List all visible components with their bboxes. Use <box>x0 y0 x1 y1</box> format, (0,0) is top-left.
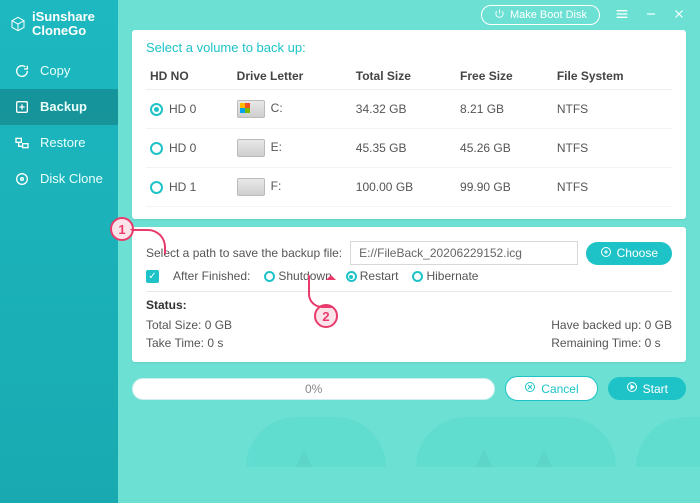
plus-icon <box>600 246 612 261</box>
volume-table: HD NO Drive Letter Total Size Free Size … <box>146 63 672 207</box>
start-label: Start <box>643 382 668 396</box>
table-row[interactable]: HD 0 C: 34.32 GB 8.21 GB NTFS <box>146 90 672 129</box>
cell-fs: NTFS <box>553 129 672 168</box>
sidebar: iSunshare CloneGo Copy Backup Restore Di… <box>0 0 118 503</box>
power-icon <box>494 8 505 22</box>
status-take-time: Take Time: 0 s <box>146 336 232 350</box>
table-row[interactable]: HD 1 F: 100.00 GB 99.90 GB NTFS <box>146 168 672 207</box>
cell-letter: F: <box>271 179 282 193</box>
play-icon <box>626 381 638 396</box>
divider <box>146 291 672 292</box>
backup-panel: 1 Select a path to save the backup file:… <box>132 227 686 362</box>
cell-letter: C: <box>271 101 283 115</box>
choose-button[interactable]: Choose <box>586 242 672 265</box>
minimize-icon[interactable] <box>644 7 658 24</box>
opt-restart[interactable]: Restart <box>346 269 399 283</box>
app-title: iSunshare CloneGo <box>32 10 95 39</box>
opt-label: Restart <box>360 269 399 283</box>
sidebar-item-backup[interactable]: Backup <box>0 89 118 125</box>
restore-icon <box>14 135 30 151</box>
make-boot-label: Make Boot Disk <box>510 9 587 21</box>
row-radio[interactable] <box>150 103 163 116</box>
callout-number: 1 <box>118 222 125 237</box>
main-area: Make Boot Disk Select a volume to back u… <box>118 0 700 503</box>
sidebar-item-restore[interactable]: Restore <box>0 125 118 161</box>
sidebar-item-label: Copy <box>40 63 70 78</box>
disk-clone-icon <box>14 171 30 187</box>
choose-label: Choose <box>617 246 658 260</box>
sidebar-item-disk-clone[interactable]: Disk Clone <box>0 161 118 197</box>
cell-free: 8.21 GB <box>456 90 553 129</box>
start-button[interactable]: Start <box>608 377 686 400</box>
row-radio[interactable] <box>150 181 163 194</box>
volume-panel-title: Select a volume to back up: <box>146 40 672 55</box>
titlebar: Make Boot Disk <box>118 0 700 30</box>
cell-total: 100.00 GB <box>352 168 456 207</box>
drive-icon <box>237 139 265 157</box>
sidebar-item-label: Disk Clone <box>40 171 103 186</box>
app-logo: iSunshare CloneGo <box>0 6 118 53</box>
callout-badge: 1 <box>110 217 134 241</box>
status-remaining: Remaining Time: 0 s <box>551 336 672 350</box>
close-icon[interactable] <box>672 7 686 24</box>
col-fs: File System <box>553 63 672 90</box>
path-label: Select a path to save the backup file: <box>146 246 342 260</box>
sidebar-item-label: Backup <box>40 99 87 114</box>
col-total: Total Size <box>352 63 456 90</box>
menu-icon[interactable] <box>614 6 630 25</box>
progress-bar: 0% <box>132 378 495 400</box>
backup-icon <box>14 99 30 115</box>
cell-free: 99.90 GB <box>456 168 553 207</box>
drive-icon <box>237 100 265 118</box>
cell-hd: HD 0 <box>169 141 196 155</box>
col-hd: HD NO <box>146 63 233 90</box>
cell-free: 45.26 GB <box>456 129 553 168</box>
after-finished-label: After Finished: <box>173 269 250 283</box>
after-finished-checkbox[interactable]: ✓ <box>146 270 159 283</box>
table-row[interactable]: HD 0 E: 45.35 GB 45.26 GB NTFS <box>146 129 672 168</box>
cancel-label: Cancel <box>541 382 578 396</box>
opt-hibernate[interactable]: Hibernate <box>412 269 478 283</box>
status-total-size: Total Size: 0 GB <box>146 318 232 332</box>
volume-panel: Select a volume to back up: HD NO Drive … <box>132 30 686 219</box>
make-boot-disk-button[interactable]: Make Boot Disk <box>481 5 600 25</box>
callout-badge: 2 <box>314 304 338 328</box>
status-label: Status: <box>146 298 672 312</box>
cancel-button[interactable]: Cancel <box>505 376 597 401</box>
opt-label: Hibernate <box>426 269 478 283</box>
col-letter: Drive Letter <box>233 63 352 90</box>
copy-icon <box>14 63 30 79</box>
cancel-icon <box>524 381 536 396</box>
cell-hd: HD 0 <box>169 102 196 116</box>
progress-text: 0% <box>305 382 322 396</box>
footer-bar: 0% Cancel Start <box>118 370 700 411</box>
backup-path-input[interactable] <box>350 241 578 265</box>
cell-letter: E: <box>271 140 282 154</box>
cell-total: 45.35 GB <box>352 129 456 168</box>
col-free: Free Size <box>456 63 553 90</box>
sidebar-item-copy[interactable]: Copy <box>0 53 118 89</box>
sidebar-item-label: Restore <box>40 135 86 150</box>
scenery-decoration <box>236 407 700 467</box>
status-backed-up: Have backed up: 0 GB <box>551 318 672 332</box>
cell-fs: NTFS <box>553 90 672 129</box>
cube-icon <box>10 16 26 32</box>
row-radio[interactable] <box>150 142 163 155</box>
callout-number: 2 <box>322 309 329 324</box>
cell-fs: NTFS <box>553 168 672 207</box>
cell-hd: HD 1 <box>169 180 196 194</box>
drive-icon <box>237 178 265 196</box>
app-root: iSunshare CloneGo Copy Backup Restore Di… <box>0 0 700 503</box>
cell-total: 34.32 GB <box>352 90 456 129</box>
